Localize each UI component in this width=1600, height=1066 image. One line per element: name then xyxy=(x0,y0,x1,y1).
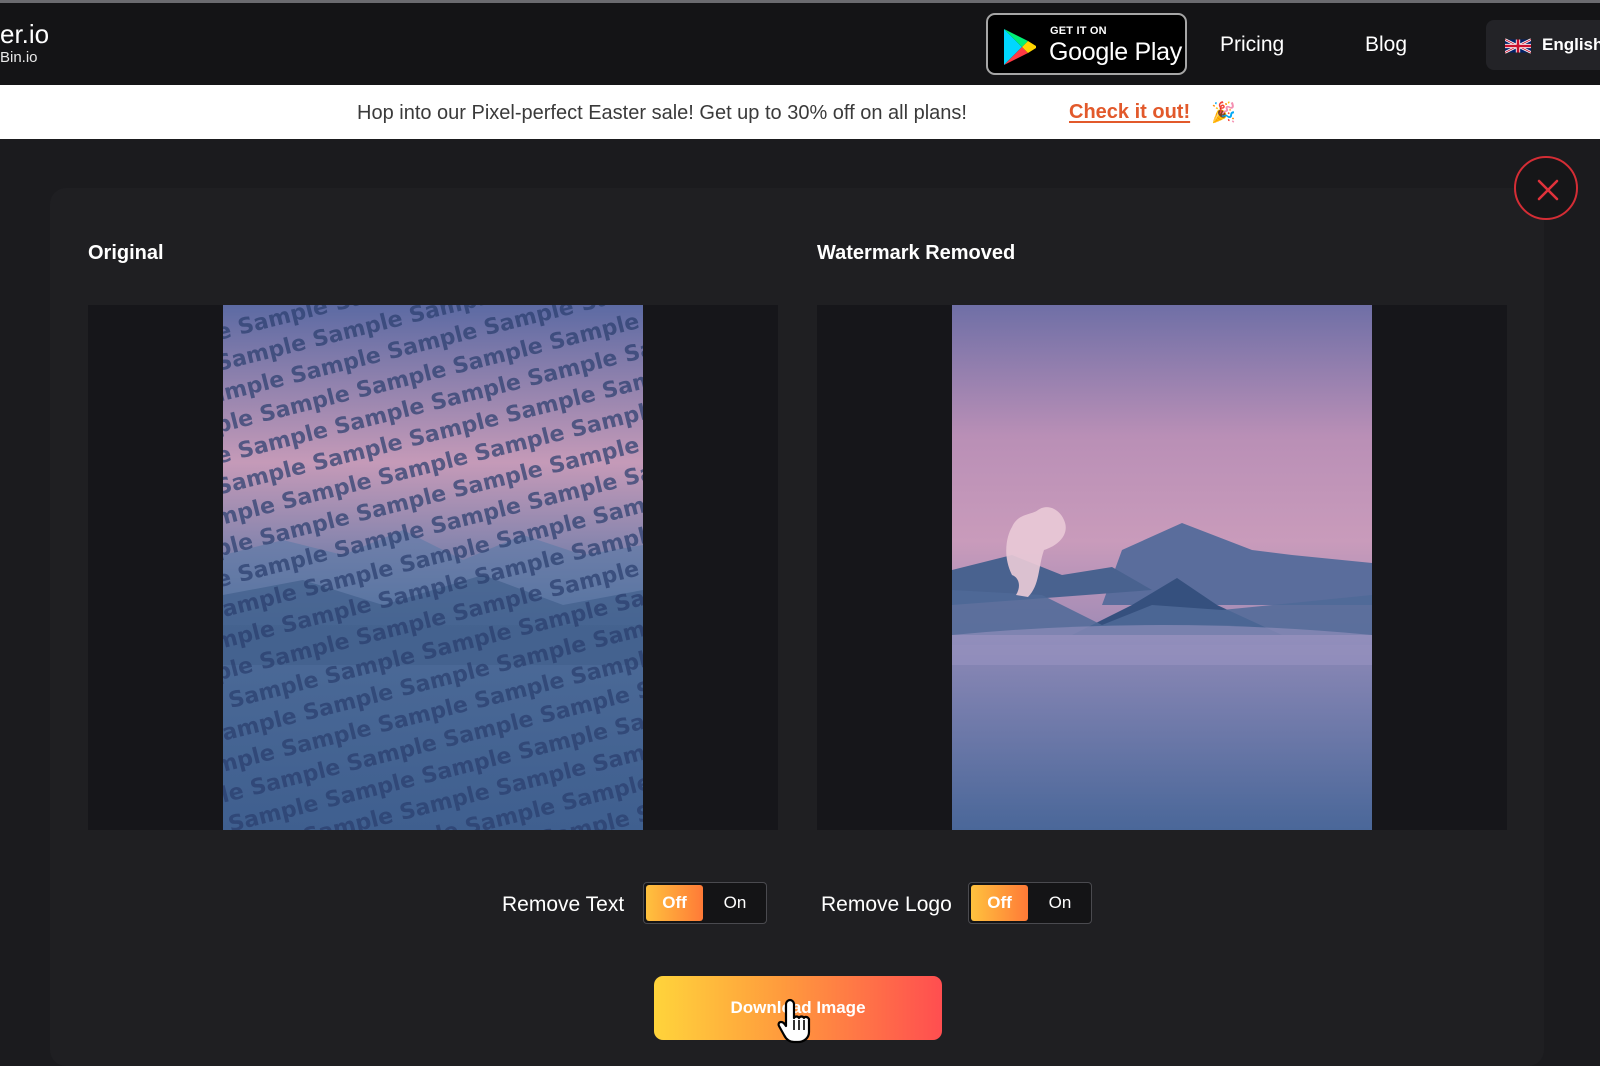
language-selector[interactable]: English xyxy=(1486,20,1600,70)
top-navbar: er.io Bin.io GET IT ON Google Play Prici… xyxy=(0,3,1600,85)
brand-subtitle: Bin.io xyxy=(0,49,38,66)
original-photo: Sample Sample Sample Sample Sample Sampl… xyxy=(223,305,643,830)
close-icon xyxy=(1537,179,1559,201)
original-image: Sample Sample Sample Sample Sample Sampl… xyxy=(223,305,643,830)
promo-banner: Hop into our Pixel-perfect Easter sale! … xyxy=(0,85,1600,139)
remove-logo-label: Remove Logo xyxy=(821,893,952,916)
remove-logo-off-option[interactable]: Off xyxy=(971,885,1028,921)
original-title: Original xyxy=(88,242,164,264)
hand-pointer-cursor-icon xyxy=(777,998,811,1044)
result-photo xyxy=(952,305,1372,830)
remove-text-off-option[interactable]: Off xyxy=(646,885,703,921)
promo-check-it-out-link[interactable]: Check it out! xyxy=(1069,101,1190,124)
google-play-label: Google Play xyxy=(1049,38,1182,66)
watermark-removed-title: Watermark Removed xyxy=(817,242,1016,264)
result-image xyxy=(952,305,1372,830)
promo-text: Hop into our Pixel-perfect Easter sale! … xyxy=(357,102,967,124)
remove-text-label: Remove Text xyxy=(502,893,625,916)
nav-link-blog[interactable]: Blog xyxy=(1365,33,1407,57)
remove-logo-toggle[interactable]: Off On xyxy=(968,882,1092,924)
google-play-badge[interactable]: GET IT ON Google Play xyxy=(986,13,1187,75)
uk-flag-icon xyxy=(1505,38,1531,54)
remove-text-toggle[interactable]: Off On xyxy=(643,882,767,924)
language-label: English xyxy=(1542,35,1600,54)
party-popper-icon: 🎉 xyxy=(1211,102,1236,124)
nav-link-pricing[interactable]: Pricing xyxy=(1220,33,1284,57)
google-play-get-it-on: GET IT ON xyxy=(1050,25,1107,37)
brand-logo[interactable]: er.io Bin.io xyxy=(0,21,49,67)
remove-logo-on-option[interactable]: On xyxy=(1031,885,1089,921)
remove-text-on-option[interactable]: On xyxy=(706,885,764,921)
google-play-icon xyxy=(1004,29,1036,65)
brand-name: er.io xyxy=(0,19,50,49)
close-button[interactable] xyxy=(1514,156,1578,220)
